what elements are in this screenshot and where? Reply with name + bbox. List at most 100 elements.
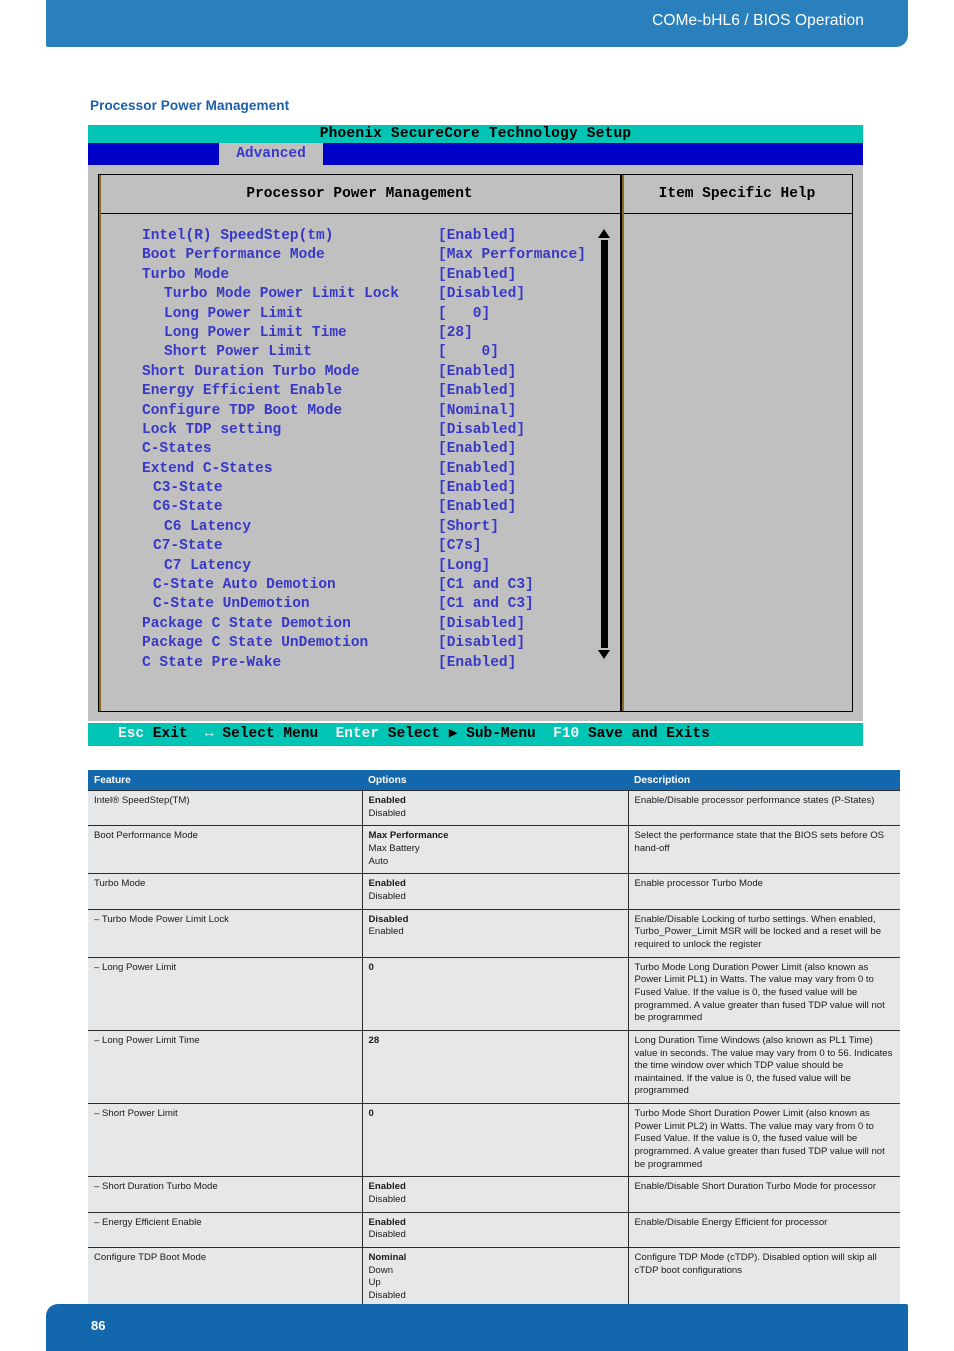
bios-setting-value[interactable]: [C7s] bbox=[438, 537, 482, 556]
section-heading: Processor Power Management bbox=[90, 98, 290, 113]
bios-setting-row[interactable]: Lock TDP setting [Disabled] bbox=[99, 421, 620, 440]
bios-setting-row[interactable]: Boot Performance Mode [Max Performance] bbox=[99, 246, 620, 265]
bios-setting-value[interactable]: [Disabled] bbox=[438, 421, 525, 440]
table-row: – Short Power Limit 0 Turbo Mode Short Dur… bbox=[88, 1103, 900, 1177]
bios-setting-value[interactable]: [Max Performance] bbox=[438, 246, 586, 265]
bios-setting-value[interactable]: [Enabled] bbox=[438, 266, 516, 285]
bios-setting-value[interactable]: [Disabled] bbox=[438, 634, 525, 653]
bios-setting-value[interactable]: [ 0] bbox=[438, 305, 490, 324]
bios-panel-title: Processor Power Management bbox=[99, 175, 620, 214]
bios-setting-value[interactable]: [C1 and C3] bbox=[438, 595, 534, 614]
bios-setting-row[interactable]: C7 Latency [Long] bbox=[99, 557, 620, 576]
bios-setting-value[interactable]: [Enabled] bbox=[438, 227, 516, 246]
bios-setting-value[interactable]: [C1 and C3] bbox=[438, 576, 534, 595]
bios-setting-value[interactable]: [Enabled] bbox=[438, 440, 516, 459]
cell-options: Enabled Disabled bbox=[362, 1176, 629, 1213]
bios-setting-label: Short Power Limit bbox=[164, 344, 312, 361]
column-header-options: Options bbox=[362, 770, 628, 791]
bios-setting-value[interactable]: [Disabled] bbox=[438, 285, 525, 304]
bios-setting-label: C-States bbox=[142, 441, 212, 458]
bios-setting-value[interactable]: [Enabled] bbox=[438, 460, 516, 479]
scroll-up-arrow-icon[interactable] bbox=[598, 229, 610, 238]
bios-setting-label: Turbo Mode Power Limit Lock bbox=[164, 286, 399, 303]
bios-setting-value[interactable]: [28] bbox=[438, 324, 473, 343]
cell-feature: – Energy Efficient Enable bbox=[88, 1211, 363, 1248]
bios-setting-value[interactable]: [Long] bbox=[438, 557, 490, 576]
bios-setting-value[interactable]: [Nominal] bbox=[438, 402, 516, 421]
bios-status-key: Esc bbox=[118, 726, 145, 742]
bios-setting-value[interactable]: [Short] bbox=[438, 518, 499, 537]
cell-options: Enabled Disabled bbox=[362, 873, 629, 910]
bios-tab-advanced[interactable]: Advanced bbox=[219, 143, 323, 165]
bios-settings-panel: Processor Power Management Intel(R) Spee… bbox=[98, 174, 621, 712]
bios-status-key: F10 bbox=[553, 726, 580, 742]
table-row: Turbo Mode Enabled Disabled Enable processo… bbox=[88, 873, 900, 910]
bios-setting-row[interactable]: Package C State UnDemotion [Disabled] bbox=[99, 634, 620, 653]
page-footer-band: 86 bbox=[46, 1304, 908, 1351]
cell-feature: – Long Power Limit Time bbox=[88, 1029, 363, 1104]
bios-setting-label: C7 Latency bbox=[164, 557, 252, 574]
option-item: Max Battery bbox=[368, 842, 420, 854]
option-default: 0 bbox=[368, 1108, 374, 1120]
bios-setting-label: Extend C-States bbox=[142, 460, 273, 477]
scrollbar-thumb[interactable] bbox=[601, 240, 608, 648]
bios-setting-row[interactable]: Turbo Mode [Enabled] bbox=[99, 266, 620, 285]
bios-setting-row[interactable]: Long Power Limit Time [28] bbox=[99, 324, 620, 343]
cell-options: Disabled Enabled bbox=[362, 908, 629, 958]
bios-setting-value[interactable]: [Enabled] bbox=[438, 479, 516, 498]
bios-setting-value[interactable]: [Disabled] bbox=[438, 615, 525, 634]
cell-feature: Boot Performance Mode bbox=[88, 825, 363, 874]
scroll-down-arrow-icon[interactable] bbox=[598, 650, 610, 659]
bios-setting-row[interactable]: C State Pre-Wake [Enabled] bbox=[99, 654, 620, 673]
bios-setting-value[interactable]: [Enabled] bbox=[438, 498, 516, 517]
table-row: Intel® SpeedStep(TM) Enabled Disabled Enabl… bbox=[88, 789, 900, 826]
table-row: Configure TDP Boot Mode Nominal Down Up Disa… bbox=[88, 1247, 900, 1309]
bios-setting-row[interactable]: Package C State Demotion [Disabled] bbox=[99, 615, 620, 634]
bios-setting-label: Intel(R) SpeedStep(tm) bbox=[142, 228, 334, 244]
option-default: Nominal bbox=[368, 1252, 407, 1264]
table-row: – Energy Efficient Enable Enabled Disabled… bbox=[88, 1211, 900, 1248]
bios-status-label: Save and Exits bbox=[579, 726, 710, 742]
cell-feature: Intel® SpeedStep(TM) bbox=[88, 789, 363, 826]
bios-status-label: Select Menu bbox=[213, 726, 336, 742]
bios-setting-row[interactable]: C-State Auto Demotion [C1 and C3] bbox=[99, 576, 620, 595]
bios-setting-label: Long Power Limit bbox=[164, 305, 304, 322]
bios-setting-row[interactable]: Turbo Mode Power Limit Lock [Disabled] bbox=[99, 285, 620, 304]
bios-setting-row[interactable]: Long Power Limit [ 0] bbox=[99, 305, 620, 324]
bios-setting-row[interactable]: Extend C-States [Enabled] bbox=[99, 460, 620, 479]
option-item: Disabled bbox=[368, 1194, 406, 1206]
bios-setting-label: C6 Latency bbox=[164, 518, 252, 535]
bios-setting-row[interactable]: Short Power Limit [ 0] bbox=[99, 343, 620, 362]
bios-settings-list: Intel(R) SpeedStep(tm) [Enabled] Boot Perf… bbox=[99, 227, 620, 673]
cell-options: Enabled Disabled bbox=[362, 789, 629, 826]
bios-setting-label: C-State UnDemotion bbox=[153, 596, 310, 613]
bios-setting-row[interactable]: Energy Efficient Enable [Enabled] bbox=[99, 382, 620, 401]
option-item: Down bbox=[368, 1264, 394, 1276]
bios-setting-row[interactable]: Configure TDP Boot Mode [Nominal] bbox=[99, 402, 620, 421]
cell-options: 28 bbox=[362, 1029, 629, 1104]
bios-setting-value[interactable]: [Enabled] bbox=[438, 363, 516, 382]
bios-setting-row[interactable]: C6 Latency [Short] bbox=[99, 518, 620, 537]
bios-setting-row[interactable]: Intel(R) SpeedStep(tm) [Enabled] bbox=[99, 227, 620, 246]
cell-description: Enable/Disable Locking of turbo settings… bbox=[628, 908, 900, 958]
option-default: Enabled bbox=[368, 795, 406, 806]
bios-scrollbar[interactable] bbox=[597, 227, 611, 661]
cell-description: Enable processor Turbo Mode bbox=[628, 873, 900, 910]
bios-setting-value[interactable]: [Enabled] bbox=[438, 654, 516, 673]
bios-status-label: Exit bbox=[144, 726, 206, 742]
column-header-feature: Feature bbox=[88, 770, 362, 791]
cell-description: Turbo Mode Long Duration Power Limit (al… bbox=[628, 956, 900, 1031]
table-row: – Long Power Limit Time 28 Long Duration T… bbox=[88, 1029, 900, 1104]
bios-setting-value[interactable]: [Enabled] bbox=[438, 382, 516, 401]
cell-options: 0 bbox=[362, 1103, 629, 1177]
bios-setting-row[interactable]: C3-State [Enabled] bbox=[99, 479, 620, 498]
bios-setting-row[interactable]: C7-State [C7s] bbox=[99, 537, 620, 556]
bios-setting-row[interactable]: Short Duration Turbo Mode [Enabled] bbox=[99, 363, 620, 382]
bios-setting-row[interactable]: C6-State [Enabled] bbox=[99, 498, 620, 517]
cell-options: 0 bbox=[362, 956, 629, 1031]
bios-setting-row[interactable]: C-States [Enabled] bbox=[99, 440, 620, 459]
bios-setting-row[interactable]: C-State UnDemotion [C1 and C3] bbox=[99, 595, 620, 614]
bios-setting-label: C7-State bbox=[153, 538, 223, 555]
page-title: COMe-bHL6 / BIOS Operation bbox=[652, 12, 864, 29]
bios-setting-value[interactable]: [ 0] bbox=[438, 343, 499, 362]
